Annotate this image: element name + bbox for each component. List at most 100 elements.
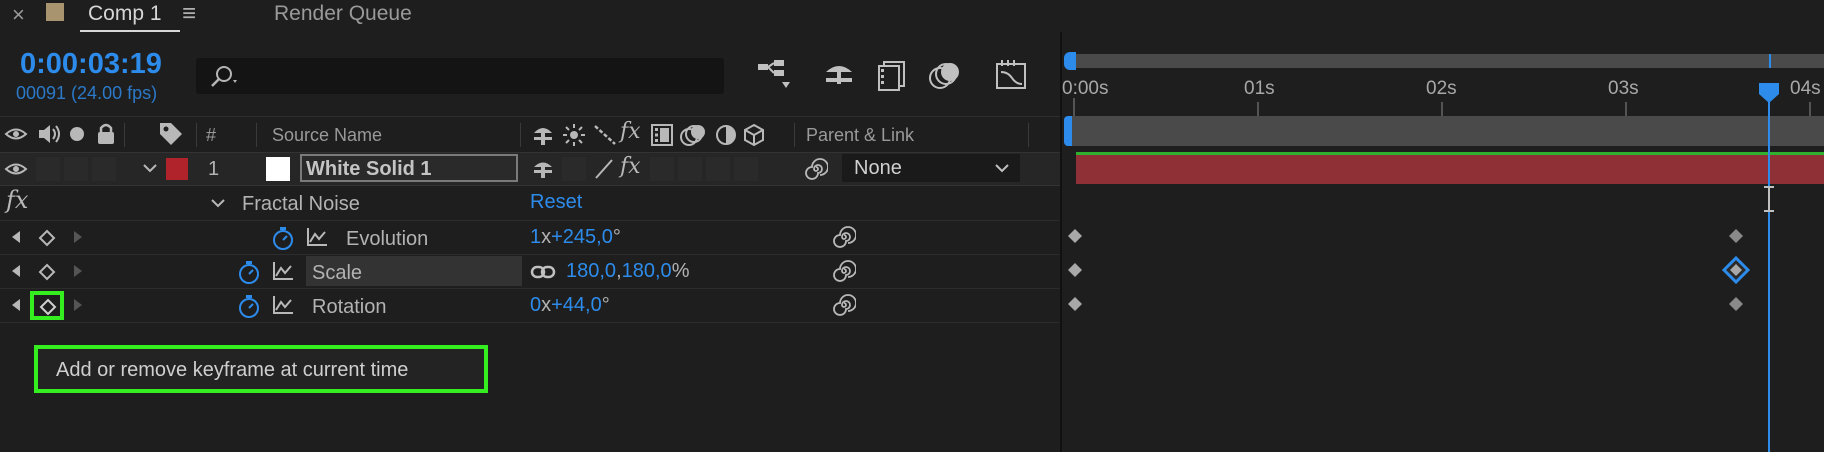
layer-motion-blur-switch[interactable]	[678, 157, 702, 181]
expression-pickwhip-icon[interactable]	[832, 293, 856, 317]
scale-unit: %	[671, 260, 690, 282]
add-keyframe-diamond-icon[interactable]	[38, 263, 56, 281]
prev-keyframe-arrow-icon[interactable]	[10, 298, 22, 312]
property-name-scale[interactable]: Scale	[312, 262, 362, 285]
column-number-header[interactable]: #	[206, 125, 216, 146]
quality-header-icon	[592, 123, 618, 147]
search-icon	[208, 64, 242, 90]
parent-dropdown[interactable]: None	[842, 154, 1020, 182]
prev-keyframe-arrow-icon[interactable]	[10, 230, 22, 244]
graph-icon[interactable]	[272, 295, 294, 315]
time-navigator[interactable]	[1070, 54, 1824, 68]
graph-icon[interactable]	[306, 227, 328, 247]
property-value-scale[interactable]: 180,0,180,0%	[566, 260, 689, 283]
add-remove-keyframe-button[interactable]	[30, 291, 64, 320]
evolution-sep: x	[541, 226, 552, 248]
column-source-name-header[interactable]: Source Name	[272, 125, 382, 146]
layer-quality-switch-icon[interactable]	[592, 157, 616, 181]
property-value-evolution[interactable]: 1x+245,0°	[530, 226, 621, 249]
rotation-revolutions[interactable]: 0	[530, 294, 541, 316]
playhead-line[interactable]	[1768, 100, 1770, 452]
3d-layer-header-icon	[742, 123, 766, 147]
layer-frame-blend-switch[interactable]	[650, 157, 674, 181]
property-name-evolution[interactable]: Evolution	[346, 228, 428, 251]
layer-name: White Solid 1	[306, 158, 432, 180]
tab-render-queue[interactable]: Render Queue	[274, 2, 412, 26]
next-keyframe-arrow-icon[interactable]	[72, 230, 84, 244]
keyframe-selected[interactable]	[1722, 256, 1750, 284]
layer-adjustment-switch[interactable]	[706, 157, 730, 181]
expression-pickwhip-icon[interactable]	[832, 259, 856, 283]
keyframe[interactable]	[1728, 296, 1744, 312]
layer-duration-bar[interactable]	[1076, 152, 1824, 184]
evolution-degrees[interactable]: +245,0	[551, 226, 613, 248]
constrain-proportions-link-icon[interactable]	[530, 263, 556, 281]
adjustment-header-icon	[714, 123, 738, 147]
next-keyframe-arrow-icon[interactable]	[72, 264, 84, 278]
solo-header-icon	[70, 127, 84, 141]
stopwatch-icon[interactable]	[236, 293, 262, 319]
work-area-start-handle[interactable]	[1064, 116, 1072, 146]
stopwatch-icon[interactable]	[236, 259, 262, 285]
column-parent-link-header[interactable]: Parent & Link	[806, 125, 914, 146]
layer-expand-chevron-down-icon[interactable]	[142, 163, 158, 175]
active-tab-underline	[80, 30, 180, 32]
evolution-revolutions[interactable]: 1	[530, 226, 541, 248]
keyframe[interactable]	[1728, 228, 1744, 244]
current-timecode[interactable]: 0:00:03:19	[20, 48, 162, 81]
layer-visibility-eye-icon[interactable]	[4, 160, 28, 178]
keyframe[interactable]	[1067, 262, 1083, 278]
effect-expand-chevron-down-icon[interactable]	[210, 198, 226, 210]
search-field[interactable]	[248, 62, 712, 90]
expression-pickwhip-icon[interactable]	[832, 225, 856, 249]
property-row-evolution: Evolution 1x+245,0°	[0, 221, 1060, 254]
effect-name[interactable]: Fractal Noise	[242, 193, 360, 216]
keyframe[interactable]	[1067, 228, 1083, 244]
eye-header-icon	[4, 125, 28, 143]
layer-audio-switch[interactable]	[36, 157, 60, 181]
label-header-icon	[158, 121, 184, 147]
property-name-rotation[interactable]: Rotation	[312, 296, 387, 319]
next-keyframe-arrow-icon[interactable]	[72, 298, 84, 312]
close-tab-icon[interactable]: ×	[12, 2, 25, 28]
layer-collapse-switch[interactable]	[562, 157, 586, 181]
search-input[interactable]	[196, 58, 724, 94]
ruler-label: 03s	[1608, 78, 1639, 99]
layer-row[interactable]: 1 White Solid 1 fx None	[0, 152, 1060, 186]
property-value-rotation[interactable]: 0x+44,0°	[530, 294, 610, 317]
time-ruler[interactable]: 0:00s 01s 02s 03s 04s	[1062, 72, 1824, 116]
frame-blending-icon[interactable]	[876, 60, 908, 92]
layer-lock-switch[interactable]	[92, 157, 116, 181]
composition-flowchart-icon[interactable]	[756, 58, 792, 92]
layer-solo-switch[interactable]	[64, 157, 88, 181]
layer-parent-pickwhip-icon[interactable]	[804, 157, 828, 181]
keyframe[interactable]	[1067, 296, 1083, 312]
time-navigator-start-handle[interactable]	[1064, 52, 1076, 70]
stopwatch-icon[interactable]	[270, 225, 296, 251]
layer-3d-switch[interactable]	[734, 157, 758, 181]
ruler-label: 02s	[1426, 78, 1457, 99]
rotation-degrees[interactable]: +44,0	[551, 294, 602, 316]
prev-keyframe-arrow-icon[interactable]	[10, 264, 22, 278]
tab-comp-1[interactable]: Comp 1	[88, 2, 162, 26]
column-divider	[124, 123, 125, 147]
draft-3d-icon[interactable]	[822, 58, 856, 90]
graph-icon[interactable]	[272, 261, 294, 281]
layer-label-color[interactable]	[166, 158, 188, 180]
playhead-handle[interactable]	[1758, 82, 1780, 103]
layer-effects-switch-icon[interactable]: fx	[620, 154, 641, 179]
graph-editor-icon[interactable]	[994, 58, 1028, 92]
tab-menu-icon[interactable]: ≡	[182, 0, 196, 28]
effect-reset-link[interactable]: Reset	[530, 191, 582, 214]
layer-name-field[interactable]: White Solid 1	[300, 154, 518, 182]
audio-header-icon	[36, 123, 62, 145]
work-area-bar[interactable]	[1070, 116, 1824, 146]
add-keyframe-diamond-icon[interactable]	[38, 229, 56, 247]
column-divider	[256, 123, 257, 147]
scale-y-value[interactable]: 180,0	[622, 260, 672, 282]
time-navigator-playhead-marker	[1769, 54, 1771, 68]
effect-fx-icon[interactable]: fx	[6, 186, 28, 214]
scale-x-value[interactable]: 180,0	[566, 260, 616, 282]
layer-shy-switch-icon[interactable]	[530, 158, 556, 180]
motion-blur-icon[interactable]	[928, 60, 962, 92]
